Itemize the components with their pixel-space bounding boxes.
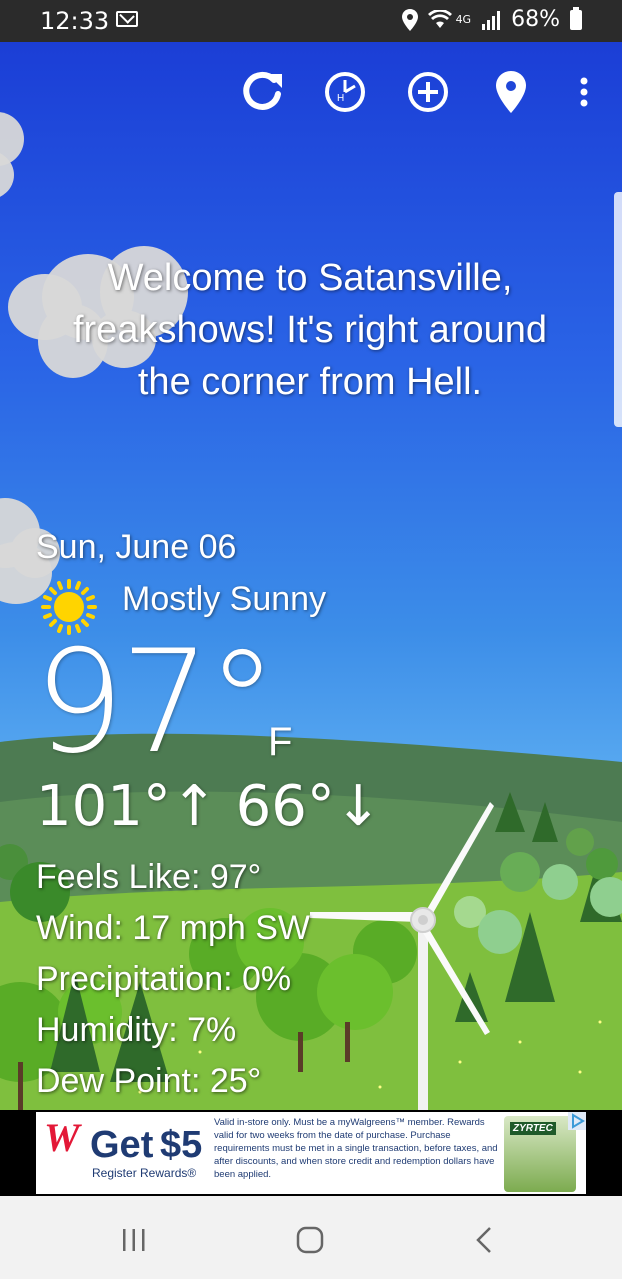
more-vert-icon[interactable] [560,68,608,116]
product-image: ZYRTEC [504,1116,576,1192]
ad-fineprint: Valid in-store only. Must be a myWalgree… [214,1117,498,1180]
mail-icon [116,11,138,27]
location-pin-icon[interactable] [487,68,535,116]
high-low-temperatures: 101°↑ 66°↓ [36,774,382,839]
home-button[interactable] [288,1218,332,1262]
current-temperature: 97° [34,620,278,785]
wind: Wind: 17 mph SW [36,909,310,947]
network-type: 4G [455,13,472,26]
status-time: 12:33 [40,7,110,35]
system-nav-bar [0,1196,622,1279]
clock-hourly-icon[interactable]: H [321,68,369,116]
refresh-icon[interactable] [238,68,286,116]
weather-details: Feels Like: 97° Wind: 17 mph SW Precipit… [36,852,310,1107]
weather-background: H Welcome to Satansville, freakshows! It… [0,42,622,1110]
temperature-unit[interactable]: F [268,720,292,765]
wifi-icon [427,9,452,28]
high-temp: 101° [36,774,171,839]
ad-banner[interactable]: W Get $5 Register Rewards® Valid in-stor… [0,1110,622,1196]
dew-point: Dew Point: 25° [36,1062,262,1100]
arrow-down-icon: ↓ [334,774,382,839]
status-bar: 12:33 4G 68% [0,0,622,42]
low-temp: 66° [235,774,335,839]
app-toolbar: H [0,68,622,118]
ad-headline: Get [90,1124,154,1166]
precipitation: Precipitation: 0% [36,960,292,998]
recent-apps-button[interactable] [112,1218,156,1262]
signal-icon [482,10,501,30]
location-message: Welcome to Satansville, freakshows! It's… [72,257,548,403]
humidity: Humidity: 7% [36,1011,237,1049]
battery-percent: 68% [511,7,560,32]
forecast-date: Sun, June 06 [36,528,237,566]
ad-amount: $5 [160,1124,203,1166]
adchoices-icon[interactable] [568,1112,586,1130]
weather-condition: Mostly Sunny [122,580,327,618]
add-location-icon[interactable] [404,68,452,116]
feels-like: Feels Like: 97° [36,858,262,896]
side-handle[interactable] [614,192,622,427]
product-label: ZYRTEC [510,1122,556,1135]
svg-text:H: H [337,93,344,104]
ad-subtitle: Register Rewards® [92,1166,197,1180]
arrow-up-icon: ↑ [170,774,218,839]
ad-content[interactable]: W Get $5 Register Rewards® Valid in-stor… [36,1112,586,1194]
location-status-icon [401,8,418,31]
walgreens-logo: W [44,1115,80,1160]
battery-icon [570,6,582,30]
back-button[interactable] [462,1218,506,1262]
